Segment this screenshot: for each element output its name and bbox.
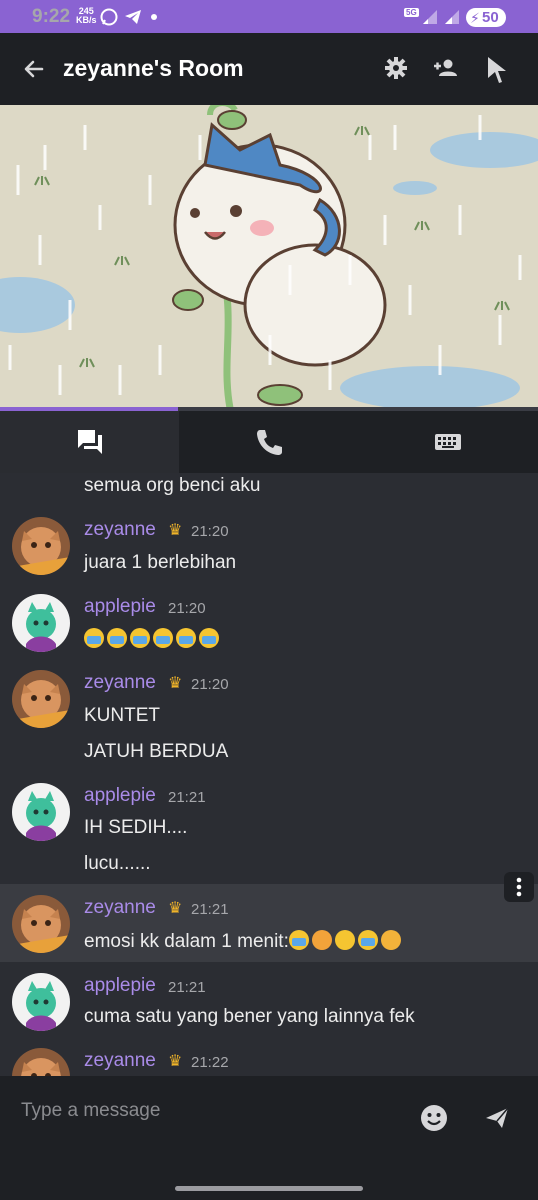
message-text: JATUH BERDUA [84,741,229,762]
message-text: KUNTET [84,705,160,726]
system-navigation-bar [0,1170,538,1200]
message-text: lucu...... [84,853,151,874]
settings-gear-icon[interactable] [384,56,408,80]
avatar-zeyanne[interactable] [12,895,70,953]
message-time: 21:20 [191,676,229,693]
message-time: 21:22 [191,1054,229,1071]
message-author[interactable]: zeyanne [84,1050,156,1072]
avatar-applepie[interactable] [12,783,70,841]
avatar-applepie[interactable] [12,594,70,652]
video-frame-illustration [0,105,538,408]
message-more-options-button[interactable] [504,872,534,902]
notification-dot-icon [151,14,157,20]
message-text: cuma satu yang bener yang lainnya fek [84,1006,415,1027]
tab-chat[interactable] [0,411,179,473]
message-author[interactable]: zeyanne [84,519,156,541]
message-text: IH SEDIH.... [84,817,188,838]
message-composer: Type a message [0,1076,538,1170]
message-emoji-row [84,628,222,651]
keyboard-icon [435,434,461,450]
message-time: 21:20 [168,600,206,617]
message-text: juara 1 berlebihan [84,552,237,573]
message-time: 21:21 [168,789,206,806]
loudly-crying-emoji-icon [84,628,104,648]
emoji-picker-icon[interactable] [420,1104,448,1132]
room-title: zeyanne's Room [63,55,244,81]
status-bar: 9:22 245 KB/s 5G ⚡ 50 [0,0,538,33]
loudly-crying-emoji-icon [107,628,127,648]
avatar-zeyanne[interactable] [12,517,70,575]
message-text-with-emoji: emosi kk dalam 1 menit: [84,930,404,953]
more-vertical-icon [516,877,522,897]
add-person-icon[interactable] [432,56,458,80]
message-time: 21:21 [168,979,206,996]
message-author[interactable]: zeyanne [84,672,156,694]
video-player[interactable] [0,105,538,408]
message-text: semua org benci aku [84,475,261,496]
message-author[interactable]: applepie [84,785,156,807]
signal-icon [423,10,437,24]
loudly-crying-emoji-icon [176,628,196,648]
crown-icon: ♛ [168,675,183,692]
crying-face-emoji-icon [357,930,378,950]
charging-icon: ⚡ [470,10,480,26]
battery-indicator: ⚡ 50 [466,8,506,27]
persevering-face-emoji-icon [380,930,401,950]
crown-icon: ♛ [168,522,183,539]
crown-icon: ♛ [168,900,183,917]
tab-voice[interactable] [179,411,358,473]
message-author[interactable]: applepie [84,975,156,997]
message-time: 21:20 [191,523,229,540]
chat-bubbles-icon [78,430,102,454]
avatar-applepie[interactable] [12,973,70,1031]
status-time: 9:22 [32,6,71,27]
signal-icon [445,10,459,24]
message-author[interactable]: zeyanne [84,897,156,919]
send-icon[interactable] [484,1106,510,1130]
tab-keyboard[interactable] [358,411,537,473]
whatsapp-icon [100,8,118,26]
telegram-icon [125,10,141,24]
loudly-crying-emoji-icon [199,628,219,648]
app-bar: zeyanne's Room [0,33,538,105]
message-time: 21:21 [191,901,229,918]
back-arrow-icon[interactable] [22,57,46,81]
message-author[interactable]: applepie [84,596,156,618]
room-tabs [0,411,538,473]
angry-face-emoji-icon [311,930,332,950]
chat-message-list[interactable]: semua org benci aku zeyanne ♛ 21:20 juar… [0,473,538,1076]
loudly-crying-emoji-icon [153,628,173,648]
network-speed: 245 KB/s [76,6,97,25]
home-gesture-handle[interactable] [175,1186,363,1191]
crown-icon: ♛ [168,1053,183,1070]
message-input[interactable]: Type a message [21,1100,160,1122]
cursor-pointer-icon[interactable] [486,56,508,84]
loudly-crying-emoji-icon [288,930,309,950]
avatar-zeyanne[interactable] [12,670,70,728]
phone-icon [257,430,282,455]
avatar-zeyanne[interactable] [12,1048,70,1076]
pleading-face-emoji-icon [334,930,355,950]
loudly-crying-emoji-icon [130,628,150,648]
network-type: 5G [404,8,419,17]
